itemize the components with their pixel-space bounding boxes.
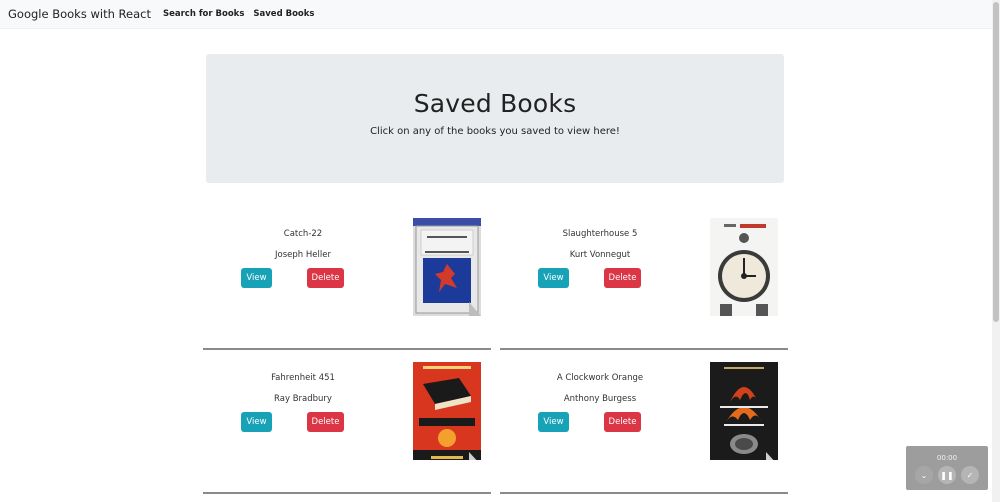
book-author: Kurt Vonnegut [569, 250, 631, 260]
view-button[interactable]: View [241, 412, 272, 432]
book-card: Fahrenheit 451 Ray Bradbury View Delete [203, 362, 491, 494]
brand-link[interactable]: Google Books with React [8, 7, 151, 21]
clockwork-orange-cover[interactable] [710, 362, 778, 460]
catch-22-cover[interactable] [413, 218, 481, 316]
book-author: Anthony Burgess [563, 394, 637, 404]
view-button[interactable]: View [241, 268, 272, 288]
fahrenheit-451-cover-icon [413, 362, 481, 460]
nav-link-search[interactable]: Search for Books [163, 9, 244, 19]
page-title: Saved Books [413, 89, 577, 118]
book-title: Slaughterhouse 5 [562, 229, 638, 239]
screen-recorder-widget: 00:00 ⌄ ❚❚ ✓ [906, 446, 988, 490]
slaughterhouse-5-cover[interactable] [710, 218, 778, 316]
book-title: A Clockwork Orange [556, 373, 644, 383]
book-title: Catch-22 [283, 229, 323, 239]
check-icon[interactable]: ✓ [961, 466, 979, 484]
delete-button[interactable]: Delete [307, 268, 344, 288]
delete-button[interactable]: Delete [307, 412, 344, 432]
page-scrollbar[interactable] [992, 0, 1000, 502]
catch-22-cover-icon [413, 218, 481, 316]
scrollbar-thumb[interactable] [993, 2, 999, 322]
book-card: Catch-22 Joseph Heller View Delete [203, 218, 491, 350]
view-button[interactable]: View [538, 268, 569, 288]
delete-button[interactable]: Delete [604, 268, 641, 288]
fahrenheit-451-cover[interactable] [413, 362, 481, 460]
slaughterhouse-5-cover-icon [710, 218, 778, 316]
book-author: Joseph Heller [275, 250, 331, 260]
page-subtitle: Click on any of the books you saved to v… [370, 126, 620, 137]
recorder-timer: 00:00 [936, 454, 958, 462]
book-author: Ray Bradbury [274, 394, 332, 404]
jumbotron: Saved Books Click on any of the books yo… [206, 54, 784, 183]
navbar: Google Books with React Search for Books… [0, 0, 992, 29]
nav-link-saved[interactable]: Saved Books [253, 9, 314, 19]
book-card: A Clockwork Orange Anthony Burgess View … [500, 362, 788, 494]
chevron-down-icon[interactable]: ⌄ [915, 466, 933, 484]
delete-button[interactable]: Delete [604, 412, 641, 432]
book-title: Fahrenheit 451 [271, 373, 335, 383]
view-button[interactable]: View [538, 412, 569, 432]
clockwork-orange-cover-icon [710, 362, 778, 460]
book-card: Slaughterhouse 5 Kurt Vonnegut View Dele… [500, 218, 788, 350]
pause-icon[interactable]: ❚❚ [938, 466, 956, 484]
